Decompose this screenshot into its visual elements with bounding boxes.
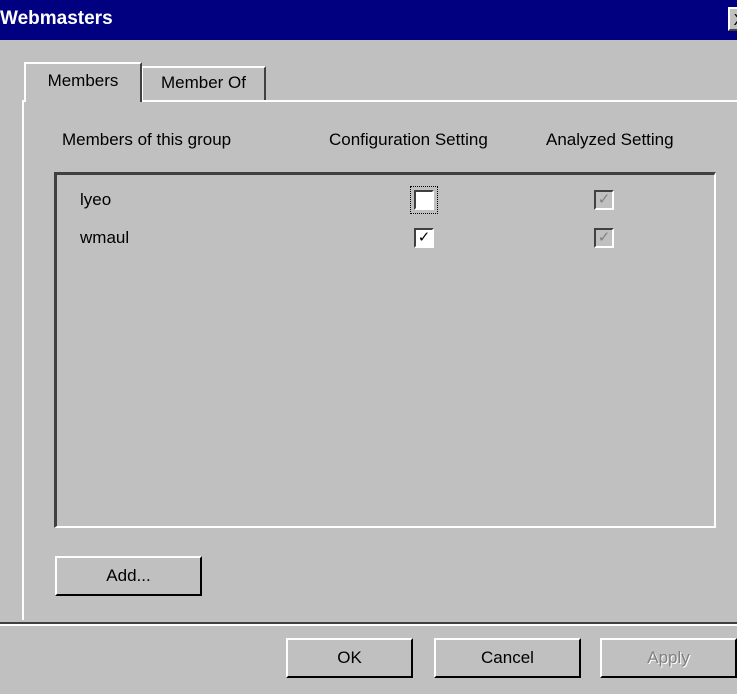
analyzed-checkbox-wmaul: ✓ — [594, 228, 614, 248]
close-button[interactable]: X — [728, 7, 737, 31]
close-icon: X — [734, 12, 737, 29]
add-button[interactable]: Add... — [55, 556, 202, 596]
tab-members[interactable]: Members — [24, 62, 142, 102]
member-name-lyeo[interactable]: lyeo — [80, 190, 111, 210]
dialog-separator — [0, 622, 737, 626]
ok-button[interactable]: OK — [286, 638, 413, 678]
window-title: Webmasters — [0, 8, 113, 29]
analyzed-checkbox-lyeo: ✓ — [594, 190, 614, 210]
title-bar[interactable]: Webmasters X — [0, 0, 737, 40]
cancel-button[interactable]: Cancel — [434, 638, 581, 678]
members-list[interactable] — [54, 172, 716, 528]
apply-button: Apply — [600, 638, 737, 678]
members-column-header: Members of this group — [62, 130, 232, 149]
tab-member-of[interactable]: Member Of — [141, 66, 266, 100]
analyzed-column-header: Analyzed Setting — [546, 130, 674, 149]
member-name-wmaul[interactable]: wmaul — [80, 228, 129, 248]
configuration-checkbox-lyeo[interactable] — [410, 186, 438, 214]
configuration-checkbox-wmaul[interactable]: ✓ — [414, 228, 434, 248]
configuration-column-header: Configuration Setting — [329, 130, 488, 149]
